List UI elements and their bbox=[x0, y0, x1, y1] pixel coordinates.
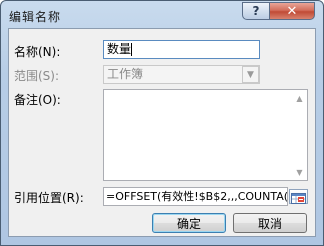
dialog-title: 编辑名称 bbox=[9, 10, 62, 24]
collapse-dialog-button[interactable] bbox=[289, 189, 308, 204]
chevron-down-icon: ▼ bbox=[247, 69, 254, 80]
close-icon: ✕ bbox=[286, 3, 298, 19]
name-input[interactable]: 数量 bbox=[103, 40, 260, 59]
comment-scroll-down-button[interactable]: ▼ bbox=[292, 165, 307, 180]
arrow-down-icon: ▼ bbox=[296, 168, 303, 177]
scope-select-value: 工作簿 bbox=[107, 67, 144, 81]
refers-to-label: 引用位置(R): bbox=[14, 191, 84, 205]
arrow-up-icon: ▲ bbox=[296, 94, 303, 103]
dialog-client-area: 名称(N): 数量 范围(S): 工作簿 ▼ 备注(O): ▲ ▼ 引用位置(R… bbox=[8, 28, 316, 237]
scope-dropdown-button[interactable]: ▼ bbox=[242, 66, 259, 83]
name-input-value: 数量 bbox=[107, 42, 132, 56]
cancel-button[interactable]: 取消 bbox=[233, 213, 307, 233]
refers-to-input[interactable]: =OFFSET(有效性!$B$2,,,COUNTA( bbox=[103, 187, 288, 206]
question-mark-icon: ? bbox=[252, 4, 260, 18]
help-button[interactable]: ? bbox=[242, 2, 270, 20]
range-select-icon bbox=[291, 193, 306, 204]
comment-textarea[interactable] bbox=[103, 89, 308, 181]
name-label: 名称(N): bbox=[14, 45, 61, 59]
close-button[interactable]: ✕ bbox=[269, 2, 315, 20]
scope-label: 范围(S): bbox=[14, 69, 60, 83]
scope-select[interactable]: 工作簿 bbox=[103, 65, 260, 84]
refers-to-value: =OFFSET(有效性!$B$2,,,COUNTA( bbox=[106, 190, 288, 203]
ok-button[interactable]: 确定 bbox=[152, 213, 226, 233]
edit-name-dialog: 编辑名称 ? ✕ 名称(N): 数量 范围(S): 工作簿 ▼ 备注(O): ▲ bbox=[0, 0, 324, 246]
comment-scroll-up-button[interactable]: ▲ bbox=[292, 91, 307, 106]
title-bar[interactable]: 编辑名称 ? ✕ bbox=[1, 1, 323, 27]
comment-label: 备注(O): bbox=[14, 93, 61, 107]
